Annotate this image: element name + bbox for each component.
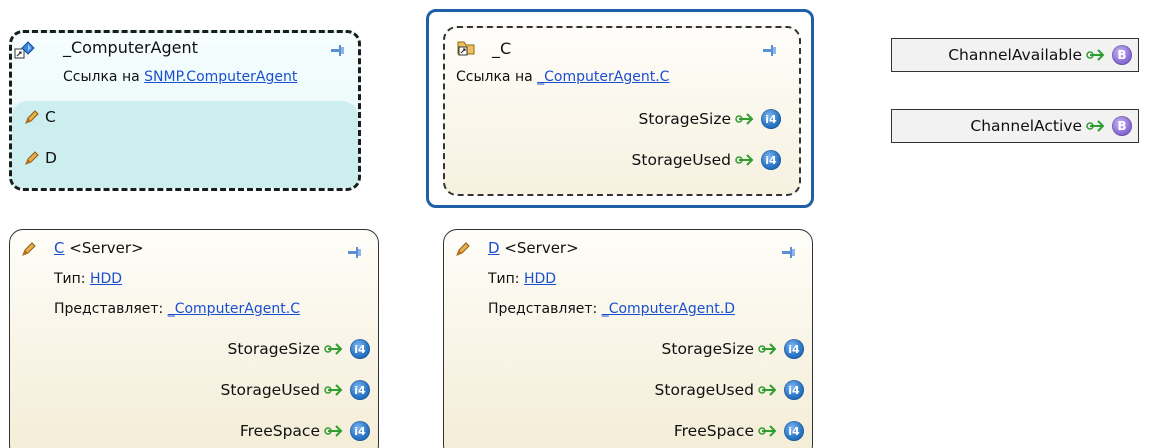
d-server-kind: <Server> xyxy=(499,239,579,257)
agent-child-d[interactable]: D xyxy=(23,149,57,167)
diagram-canvas: _ComputerAgent Ссылка на SNMP.ComputerAg… xyxy=(0,0,1149,448)
variable-label: ChannelAvailable xyxy=(948,46,1082,64)
pin-icon[interactable] xyxy=(782,245,795,258)
d-server-type-line: Тип: HDD xyxy=(488,271,556,287)
c-reference-link[interactable]: _ComputerAgent.C xyxy=(537,69,669,85)
c-reference-line: Ссылка на _ComputerAgent.C xyxy=(456,69,669,85)
pencil-icon xyxy=(23,149,41,167)
output-label: StorageSize xyxy=(227,340,320,358)
c-server-type-link[interactable]: HDD xyxy=(90,271,122,287)
agent-reference-prefix: Ссылка на xyxy=(63,69,145,85)
agent-title: _ComputerAgent xyxy=(63,38,198,57)
i4-type-badge: i4 xyxy=(350,339,370,359)
d-server-title: D <Server> xyxy=(488,239,579,257)
agent-child-d-label: D xyxy=(45,149,57,167)
c-server-type-line: Тип: HDD xyxy=(54,271,122,287)
green-arrow-icon xyxy=(735,110,757,128)
c-reference-node[interactable]: _C Ссылка на _ComputerAgent.C StorageSiz… xyxy=(426,9,814,208)
c-server-repr-link[interactable]: _ComputerAgent.C xyxy=(168,301,300,317)
reference-folder-icon xyxy=(456,37,478,61)
c-server-output-freespace[interactable]: FreeSpace i4 xyxy=(240,421,370,441)
agent-child-c[interactable]: C xyxy=(23,108,56,126)
pencil-icon xyxy=(454,240,472,262)
pin-icon[interactable] xyxy=(763,43,776,56)
i4-type-badge: i4 xyxy=(784,421,804,441)
green-arrow-icon xyxy=(1086,117,1108,135)
b-type-badge: B xyxy=(1112,45,1132,65)
variable-channel-available[interactable]: ChannelAvailable B xyxy=(891,38,1139,72)
b-type-badge: B xyxy=(1112,116,1132,136)
green-arrow-icon xyxy=(758,340,780,358)
c-server-output-storagesize[interactable]: StorageSize i4 xyxy=(228,339,370,359)
variable-label: ChannelActive xyxy=(970,117,1082,135)
d-server-repr-link[interactable]: _ComputerAgent.D xyxy=(602,301,735,317)
d-server-output-storagesize[interactable]: StorageSize i4 xyxy=(662,339,804,359)
output-label: StorageUsed xyxy=(220,381,320,399)
agent-diamond-icon xyxy=(14,41,36,65)
pin-icon[interactable] xyxy=(331,43,344,56)
agent-reference-line: Ссылка на SNMP.ComputerAgent xyxy=(63,69,297,85)
c-server-type-prefix: Тип: xyxy=(54,271,90,287)
i4-type-badge: i4 xyxy=(761,150,781,170)
c-server-title: C <Server> xyxy=(54,239,144,257)
i4-type-badge: i4 xyxy=(761,109,781,129)
d-server-type-prefix: Тип: xyxy=(488,271,524,287)
pin-icon[interactable] xyxy=(348,245,361,258)
d-server-node[interactable]: D <Server> Тип: HDD Представляет: _Compu… xyxy=(443,229,813,448)
green-arrow-icon xyxy=(324,340,346,358)
output-label: StorageUsed xyxy=(654,381,754,399)
d-server-type-link[interactable]: HDD xyxy=(524,271,556,287)
d-server-repr-prefix: Представляет: xyxy=(488,301,602,317)
d-server-output-storageused[interactable]: StorageUsed i4 xyxy=(655,380,804,400)
agent-body-band xyxy=(12,101,358,188)
output-label: StorageUsed xyxy=(631,151,731,169)
pencil-icon xyxy=(23,108,41,126)
i4-type-badge: i4 xyxy=(350,380,370,400)
i4-type-badge: i4 xyxy=(350,421,370,441)
c-server-name-link[interactable]: C xyxy=(54,239,64,257)
output-label: FreeSpace xyxy=(673,422,754,440)
green-arrow-icon xyxy=(324,381,346,399)
pencil-icon xyxy=(20,240,38,262)
green-arrow-icon xyxy=(758,381,780,399)
green-arrow-icon xyxy=(758,422,780,440)
variable-channel-active[interactable]: ChannelActive B xyxy=(891,109,1139,143)
d-server-output-freespace[interactable]: FreeSpace i4 xyxy=(674,421,804,441)
i4-type-badge: i4 xyxy=(784,339,804,359)
green-arrow-icon xyxy=(735,151,757,169)
c-reference-prefix: Ссылка на xyxy=(456,69,538,85)
c-server-repr-prefix: Представляет: xyxy=(54,301,168,317)
d-server-name-link[interactable]: D xyxy=(488,239,500,257)
c-server-output-storageused[interactable]: StorageUsed i4 xyxy=(221,380,370,400)
c-server-kind: <Server> xyxy=(64,239,144,257)
output-label: StorageSize xyxy=(638,110,731,128)
agent-reference-link[interactable]: SNMP.ComputerAgent xyxy=(144,69,297,85)
i4-type-badge: i4 xyxy=(784,380,804,400)
c-reference-title: _C xyxy=(492,39,512,58)
green-arrow-icon xyxy=(1086,46,1108,64)
c-reference-output-storagesize[interactable]: StorageSize i4 xyxy=(639,109,781,129)
c-server-node[interactable]: C <Server> Тип: HDD Представляет: _Compu… xyxy=(9,229,379,448)
output-label: StorageSize xyxy=(661,340,754,358)
d-server-repr-line: Представляет: _ComputerAgent.D xyxy=(488,301,735,317)
agent-child-c-label: C xyxy=(45,108,56,126)
output-label: FreeSpace xyxy=(239,422,320,440)
c-reference-output-storageused[interactable]: StorageUsed i4 xyxy=(632,150,781,170)
computer-agent-node[interactable]: _ComputerAgent Ссылка на SNMP.ComputerAg… xyxy=(9,30,361,191)
c-server-repr-line: Представляет: _ComputerAgent.C xyxy=(54,301,300,317)
green-arrow-icon xyxy=(324,422,346,440)
